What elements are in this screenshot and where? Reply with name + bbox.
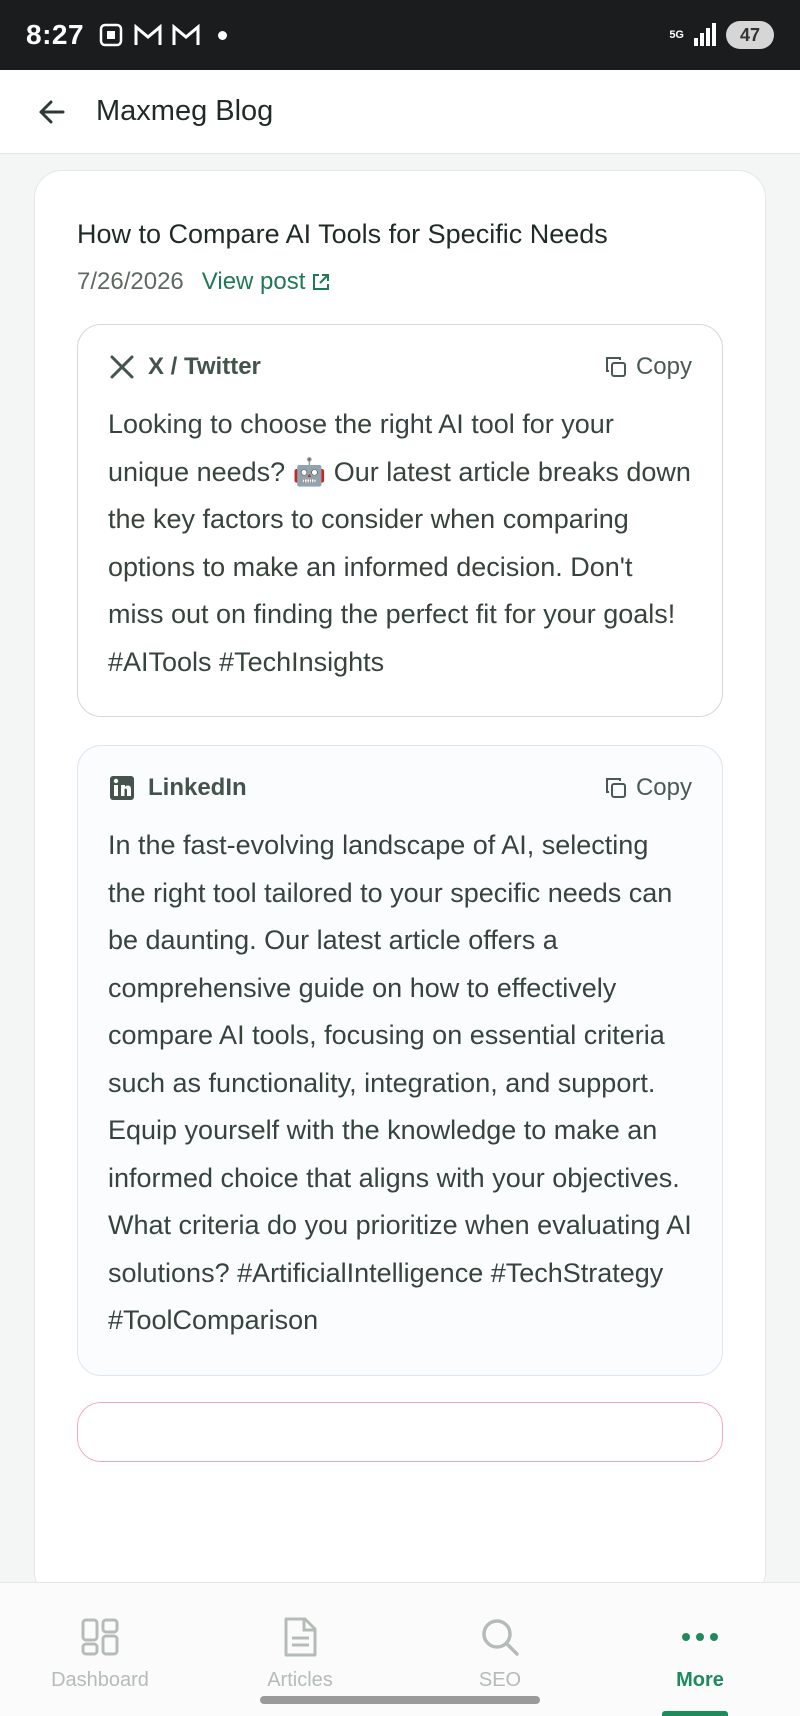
nav-label: Articles xyxy=(267,1669,333,1691)
post-card: How to Compare AI Tools for Specific Nee… xyxy=(34,170,766,1600)
nav-item-more[interactable]: More xyxy=(600,1583,800,1716)
copy-button[interactable]: Copy xyxy=(604,353,692,381)
view-post-link[interactable]: View post xyxy=(202,268,332,296)
platform-name: X / Twitter xyxy=(148,353,261,380)
copy-icon xyxy=(605,357,626,377)
signal-icon xyxy=(694,23,716,46)
view-post-label: View post xyxy=(201,268,306,295)
linkedin-icon xyxy=(108,774,136,802)
platform-name: LinkedIn xyxy=(148,774,247,801)
home-indicator[interactable] xyxy=(260,1696,540,1704)
screenshot-icon xyxy=(99,23,123,47)
copy-icon xyxy=(605,778,626,798)
network-badge: 5G xyxy=(669,28,684,41)
dashboard-grid-icon xyxy=(80,1615,120,1659)
post-date: 7/26/2026 xyxy=(77,268,184,295)
page-title: Maxmeg Blog xyxy=(96,95,274,127)
card-header: X / Twitter Copy xyxy=(108,353,692,381)
nav-item-dashboard[interactable]: Dashboard xyxy=(0,1583,200,1716)
notification-icons xyxy=(98,22,228,48)
social-post-card-next xyxy=(77,1401,723,1462)
status-time: 8:27 xyxy=(26,19,85,50)
battery-indicator: 47 xyxy=(726,21,774,49)
copy-button[interactable]: Copy xyxy=(604,774,692,802)
more-dots-icon xyxy=(680,1615,720,1659)
gmail-icon xyxy=(134,23,162,45)
document-icon xyxy=(282,1615,318,1659)
post-title: How to Compare AI Tools for Specific Nee… xyxy=(77,219,608,249)
notification-dot-icon xyxy=(218,30,228,40)
nav-label: More xyxy=(676,1669,724,1691)
social-post-text: Looking to choose the right AI tool for … xyxy=(108,409,691,677)
external-link-icon xyxy=(313,274,330,290)
post-meta: 7/26/2026 View post xyxy=(77,268,723,296)
copy-label: Copy xyxy=(635,353,692,380)
app-bar: Maxmeg Blog xyxy=(0,70,800,154)
x-logo-icon xyxy=(108,353,136,381)
nav-label: Dashboard xyxy=(51,1669,149,1691)
active-indicator xyxy=(662,1711,728,1716)
social-post-card-twitter: X / Twitter Copy Looking to choose the r… xyxy=(77,324,723,717)
card-header: LinkedIn Copy xyxy=(108,774,692,802)
back-arrow-icon[interactable] xyxy=(34,94,70,130)
nav-label: SEO xyxy=(478,1669,522,1691)
social-post-text: In the fast-evolving landscape of AI, se… xyxy=(108,830,692,1335)
system-icons: 5G 47 xyxy=(669,21,774,49)
search-icon xyxy=(480,1615,520,1659)
status-bar: 8:27 5G 47 xyxy=(0,0,800,70)
social-post-card-linkedin: LinkedIn Copy In the fast-evolving lands… xyxy=(77,745,723,1376)
copy-label: Copy xyxy=(635,774,692,801)
gmail-icon xyxy=(172,23,200,45)
